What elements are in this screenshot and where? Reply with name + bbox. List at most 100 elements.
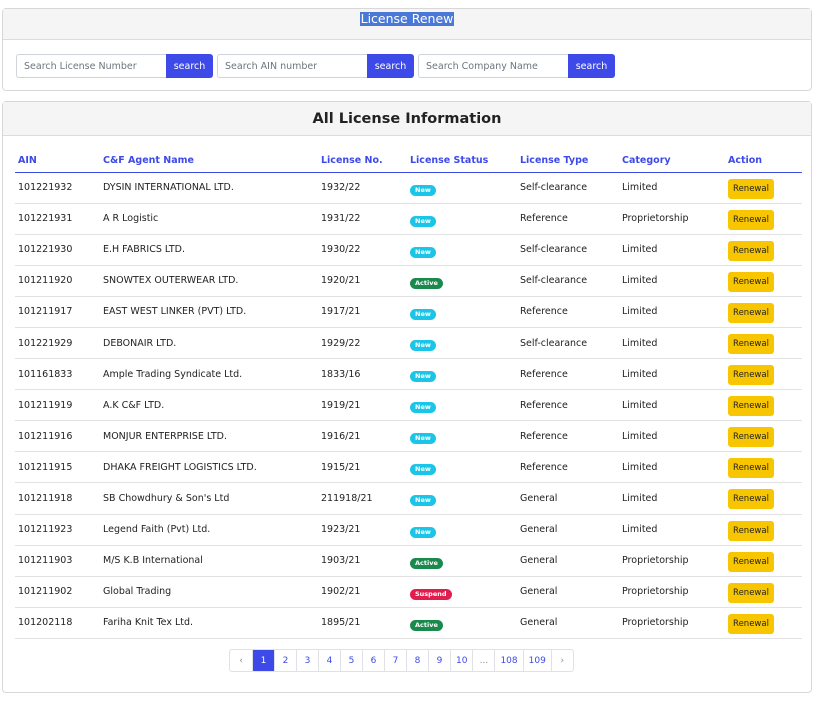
category-cell: Limited (619, 451, 725, 484)
license-number-input[interactable] (16, 54, 166, 78)
pagination-page[interactable]: 4 (318, 650, 340, 671)
action-cell: Renewal (725, 451, 802, 484)
license-type-cell: Self-clearance (517, 265, 619, 297)
license-no-cell: 1903/21 (318, 545, 407, 577)
renewal-button[interactable]: Renewal (728, 334, 774, 355)
table-row: 101211902 Global Trading 1902/21 Suspend Gen… (15, 576, 802, 608)
ain-cell: 101161833 (15, 358, 100, 391)
license-type-cell: General (517, 545, 619, 577)
status-cell: New (407, 389, 517, 422)
license-no-cell: 1917/21 (318, 296, 407, 328)
pagination-page[interactable]: 7 (384, 650, 406, 671)
ain-cell: 101221931 (15, 203, 100, 235)
status-badge: New (410, 402, 436, 414)
pagination-page[interactable]: 5 (340, 650, 362, 671)
pagination-page[interactable]: 8 (406, 650, 428, 671)
agent-name-cell: Fariha Knit Tex Ltd. (100, 607, 318, 639)
category-cell: Limited (619, 389, 725, 422)
ain-cell: 101211918 (15, 482, 100, 515)
agent-name-cell: SB Chowdhury & Son's Ltd (100, 482, 318, 515)
ain-search-button[interactable]: search (367, 54, 414, 78)
company-name-input[interactable] (418, 54, 568, 78)
pagination-next-button[interactable]: › (550, 650, 573, 671)
company-name-search-button[interactable]: search (568, 54, 615, 78)
renewal-button[interactable]: Renewal (728, 365, 774, 386)
table-row: 101211915 DHAKA FREIGHT LOGISTICS LTD. 191… (15, 451, 802, 484)
status-badge: New (410, 371, 436, 383)
ain-search: search (217, 54, 414, 78)
status-cell: New (407, 482, 517, 515)
column-header-license-type: License Type (517, 149, 619, 173)
license-no-cell: 1930/22 (318, 234, 407, 266)
status-badge: New (410, 495, 436, 507)
renewal-button[interactable]: Renewal (728, 427, 774, 448)
agent-name-cell: E.H FABRICS LTD. (100, 234, 318, 266)
status-badge: New (410, 308, 436, 320)
license-type-cell: Self-clearance (517, 234, 619, 266)
status-badge: New (410, 464, 436, 476)
status-badge: New (410, 184, 436, 196)
column-header-license-no: License No. (318, 149, 407, 173)
action-cell: Renewal (725, 482, 802, 515)
status-cell: New (407, 514, 517, 546)
renewal-button[interactable]: Renewal (728, 271, 774, 292)
license-list-card: All License Information AIN C&F Agent Na… (2, 101, 812, 693)
ain-cell: 101221929 (15, 327, 100, 360)
agent-name-cell: DYSIN INTERNATIONAL LTD. (100, 172, 318, 204)
license-no-cell: 1929/22 (318, 327, 407, 360)
renewal-button[interactable]: Renewal (728, 240, 774, 261)
pagination-page[interactable]: 6 (362, 650, 384, 671)
column-header-category: Category (619, 149, 725, 173)
renewal-button[interactable]: Renewal (728, 396, 774, 417)
pagination-page[interactable]: 1 (252, 650, 274, 671)
license-type-cell: General (517, 576, 619, 608)
pagination-page[interactable]: 109 (522, 650, 551, 671)
renewal-button[interactable]: Renewal (728, 582, 774, 603)
ain-number-input[interactable] (217, 54, 367, 78)
license-type-cell: Self-clearance (517, 172, 619, 204)
ain-cell: 101211923 (15, 514, 100, 546)
status-cell: New (407, 358, 517, 391)
action-cell: Renewal (725, 327, 802, 360)
pagination-ellipsis[interactable]: ... (472, 650, 494, 671)
table-row: 101221929 DEBONAIR LTD. 1929/22 New Self-cle… (15, 327, 802, 360)
pagination-page[interactable]: 9 (428, 650, 450, 671)
action-cell: Renewal (725, 203, 802, 235)
renewal-button[interactable]: Renewal (728, 178, 774, 199)
license-no-cell: 211918/21 (318, 482, 407, 515)
table-row: 101161833 Ample Trading Syndicate Ltd. 183… (15, 358, 802, 391)
ain-cell: 101211916 (15, 420, 100, 453)
license-number-search-button[interactable]: search (166, 54, 213, 78)
pagination-page[interactable]: 3 (296, 650, 318, 671)
ain-cell: 101211919 (15, 389, 100, 422)
list-header: All License Information (3, 102, 811, 136)
category-cell: Limited (619, 172, 725, 204)
category-cell: Proprietorship (619, 576, 725, 608)
agent-name-cell: SNOWTEX OUTERWEAR LTD. (100, 265, 318, 297)
ain-cell: 101211917 (15, 296, 100, 328)
renewal-button[interactable]: Renewal (728, 302, 774, 323)
status-badge: New (410, 215, 436, 227)
column-header-action: Action (725, 149, 802, 173)
pagination-prev-button[interactable]: ‹ (230, 650, 252, 671)
pagination-page[interactable]: 10 (450, 650, 472, 671)
column-header-license-status: License Status (407, 149, 517, 173)
license-type-cell: Self-clearance (517, 327, 619, 360)
category-cell: Limited (619, 265, 725, 297)
pagination-page[interactable]: 108 (494, 650, 522, 671)
category-cell: Limited (619, 358, 725, 391)
renewal-button[interactable]: Renewal (728, 520, 774, 541)
renewal-button[interactable]: Renewal (728, 551, 774, 572)
agent-name-cell: A R Logistic (100, 203, 318, 235)
renewal-button[interactable]: Renewal (728, 458, 774, 479)
renewal-button[interactable]: Renewal (728, 613, 774, 634)
table-row: 101211923 Legend Faith (Pvt) Ltd. 1923/21 N… (15, 514, 802, 546)
renewal-button[interactable]: Renewal (728, 209, 774, 230)
action-cell: Renewal (725, 576, 802, 608)
license-type-cell: Reference (517, 389, 619, 422)
action-cell: Renewal (725, 389, 802, 422)
pagination-page[interactable]: 2 (274, 650, 296, 671)
renewal-button[interactable]: Renewal (728, 489, 774, 510)
agent-name-cell: Legend Faith (Pvt) Ltd. (100, 514, 318, 546)
category-cell: Proprietorship (619, 545, 725, 577)
